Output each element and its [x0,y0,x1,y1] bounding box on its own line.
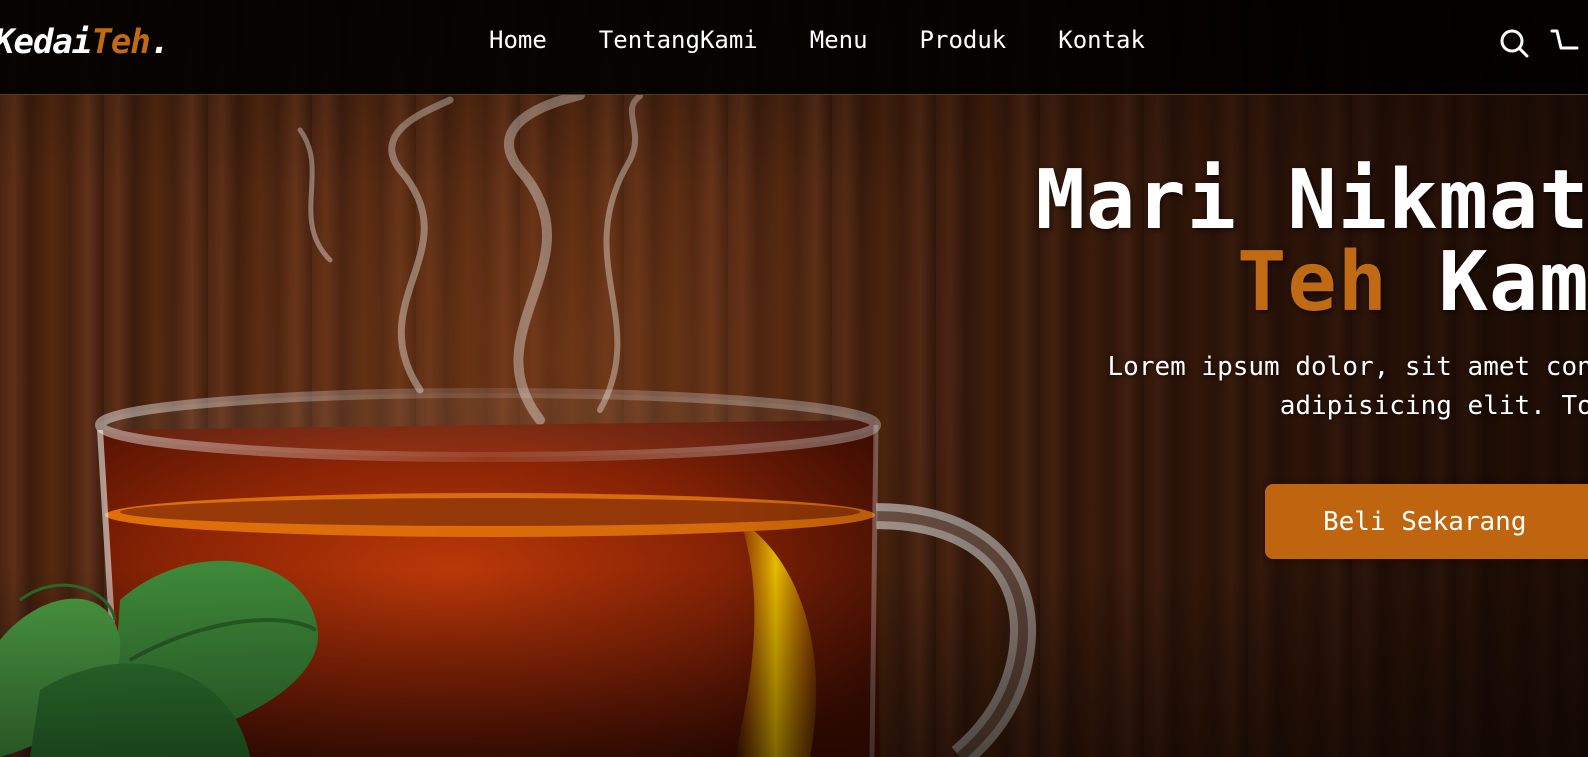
search-icon[interactable] [1497,26,1531,60]
buy-now-button[interactable]: Beli Sekarang [1265,484,1588,559]
hero-description-line2: adipisicing elit. Totam, rem [1279,391,1588,421]
hero-content: Mari Nikmati Teh Kami Lorem ipsum dolor,… [608,160,1588,426]
logo-dot: . [149,22,171,62]
nav-icons [1497,26,1583,60]
hero-title-line2: Kami [1438,235,1588,330]
cart-icon[interactable] [1549,26,1583,60]
logo-accent-text: Teh [91,22,150,62]
hero-title-accent: Teh [1237,235,1389,330]
logo-text: Kedai [0,22,92,62]
nav-link-produk[interactable]: Produk [920,26,1007,54]
hero-description: Lorem ipsum dolor, sit amet consectetur … [608,348,1588,426]
nav-link-kontak[interactable]: Kontak [1058,26,1145,54]
site-logo[interactable]: KedaiTeh. [0,22,171,62]
hero-title: Mari Nikmati Teh Kami [608,160,1588,324]
nav-link-tentang-kami[interactable]: TentangKami [599,26,758,54]
nav-link-menu[interactable]: Menu [810,26,868,54]
landing-page: KedaiTeh. Home TentangKami Menu Produk K… [0,0,1588,757]
navbar: KedaiTeh. Home TentangKami Menu Produk K… [0,0,1588,95]
hero-description-line1: Lorem ipsum dolor, sit amet consectetur [1107,352,1588,382]
nav-link-home[interactable]: Home [489,26,547,54]
nav-links: Home TentangKami Menu Produk Kontak [489,26,1197,54]
